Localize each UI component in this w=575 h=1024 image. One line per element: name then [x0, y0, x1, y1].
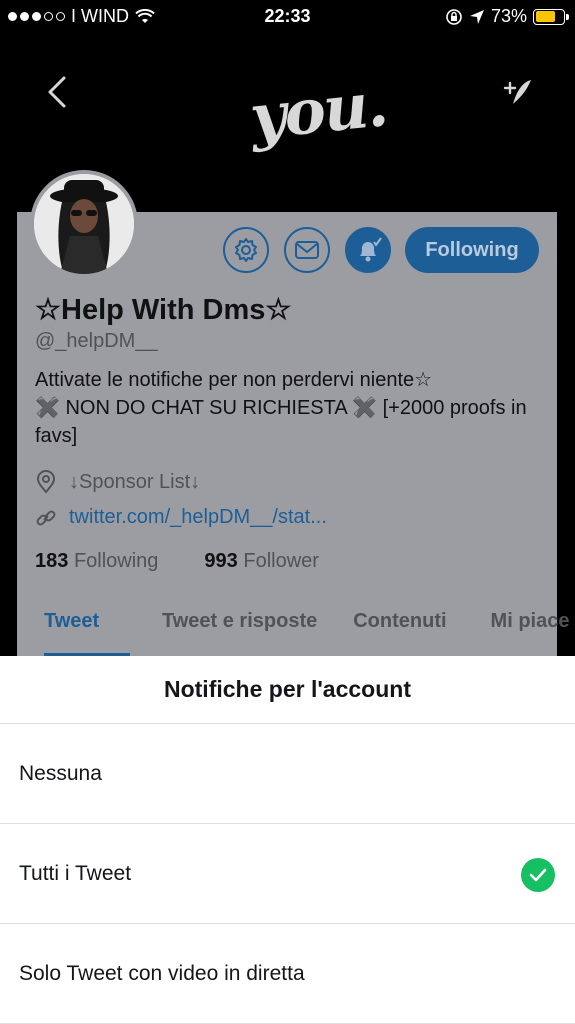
- tab-mi-piace[interactable]: Mi piace: [491, 600, 570, 656]
- sheet-title: Notifiche per l'account: [0, 656, 575, 724]
- profile-stats: 183 Following 993 Follower: [35, 550, 319, 573]
- tab-contenuti[interactable]: Contenuti: [353, 600, 446, 656]
- location-arrow-icon: [469, 9, 484, 24]
- notifications-button[interactable]: [345, 227, 391, 273]
- mail-icon: [295, 241, 319, 259]
- bell-icon: [360, 237, 382, 262]
- profile-handle: @_helpDM__: [35, 330, 158, 352]
- link-icon: [36, 510, 56, 525]
- following-button[interactable]: Following: [405, 227, 539, 273]
- message-button[interactable]: [284, 227, 330, 273]
- following-stat[interactable]: 183 Following: [35, 550, 158, 573]
- follower-stat[interactable]: 993 Follower: [204, 550, 319, 573]
- profile-bio: Attivate le notifiche per non perdervi n…: [35, 366, 550, 450]
- battery-fill: [535, 11, 556, 22]
- option-label: Tutti i Tweet: [19, 861, 132, 885]
- location-label: ↓Sponsor List↓: [69, 470, 201, 493]
- option-label: Nessuna: [19, 761, 102, 785]
- status-right: 73%: [445, 6, 569, 27]
- checkmark-icon: [521, 858, 555, 892]
- profile-location: ↓Sponsor List↓: [35, 470, 200, 494]
- option-tutti-i-tweet[interactable]: Tutti i Tweet: [0, 824, 575, 924]
- profile-name: ☆Help With Dms☆: [35, 294, 292, 326]
- option-nessuna[interactable]: Nessuna: [0, 724, 575, 824]
- tab-tweet[interactable]: Tweet: [44, 600, 130, 656]
- notification-settings-sheet: Notifiche per l'account Nessuna Tutti i …: [0, 656, 575, 1024]
- battery-percent: 73%: [490, 6, 527, 26]
- option-label: Solo Tweet con video in diretta: [19, 961, 305, 985]
- profile-tabs: Tweet Tweet e risposte Contenuti Mi piac…: [17, 600, 575, 656]
- back-chevron-icon[interactable]: [44, 74, 70, 110]
- status-bar: I WIND 22:33 73%: [0, 0, 575, 34]
- tab-tweet-e-risposte[interactable]: Tweet e risposte: [162, 600, 317, 656]
- battery-icon: [533, 8, 569, 25]
- gear-icon: [235, 238, 257, 262]
- compose-tweet-icon[interactable]: [501, 76, 535, 110]
- avatar[interactable]: [30, 170, 138, 278]
- bio-line-1: Attivate le notifiche per non perdervi n…: [35, 369, 433, 391]
- bio-line-2: ✖️ NON DO CHAT SU RICHIESTA ✖️ [+2000 pr…: [35, 397, 527, 447]
- rotation-lock-icon: [446, 8, 462, 25]
- option-solo-video-in-diretta[interactable]: Solo Tweet con video in diretta: [0, 924, 575, 1024]
- location-pin-icon: [36, 470, 56, 494]
- link-label[interactable]: twitter.com/_helpDM__/stat...: [69, 506, 327, 529]
- avatar-image: [34, 174, 134, 274]
- settings-button[interactable]: [223, 227, 269, 273]
- header-logo: you.: [246, 67, 390, 154]
- profile-link[interactable]: twitter.com/_helpDM__/stat...: [35, 506, 327, 529]
